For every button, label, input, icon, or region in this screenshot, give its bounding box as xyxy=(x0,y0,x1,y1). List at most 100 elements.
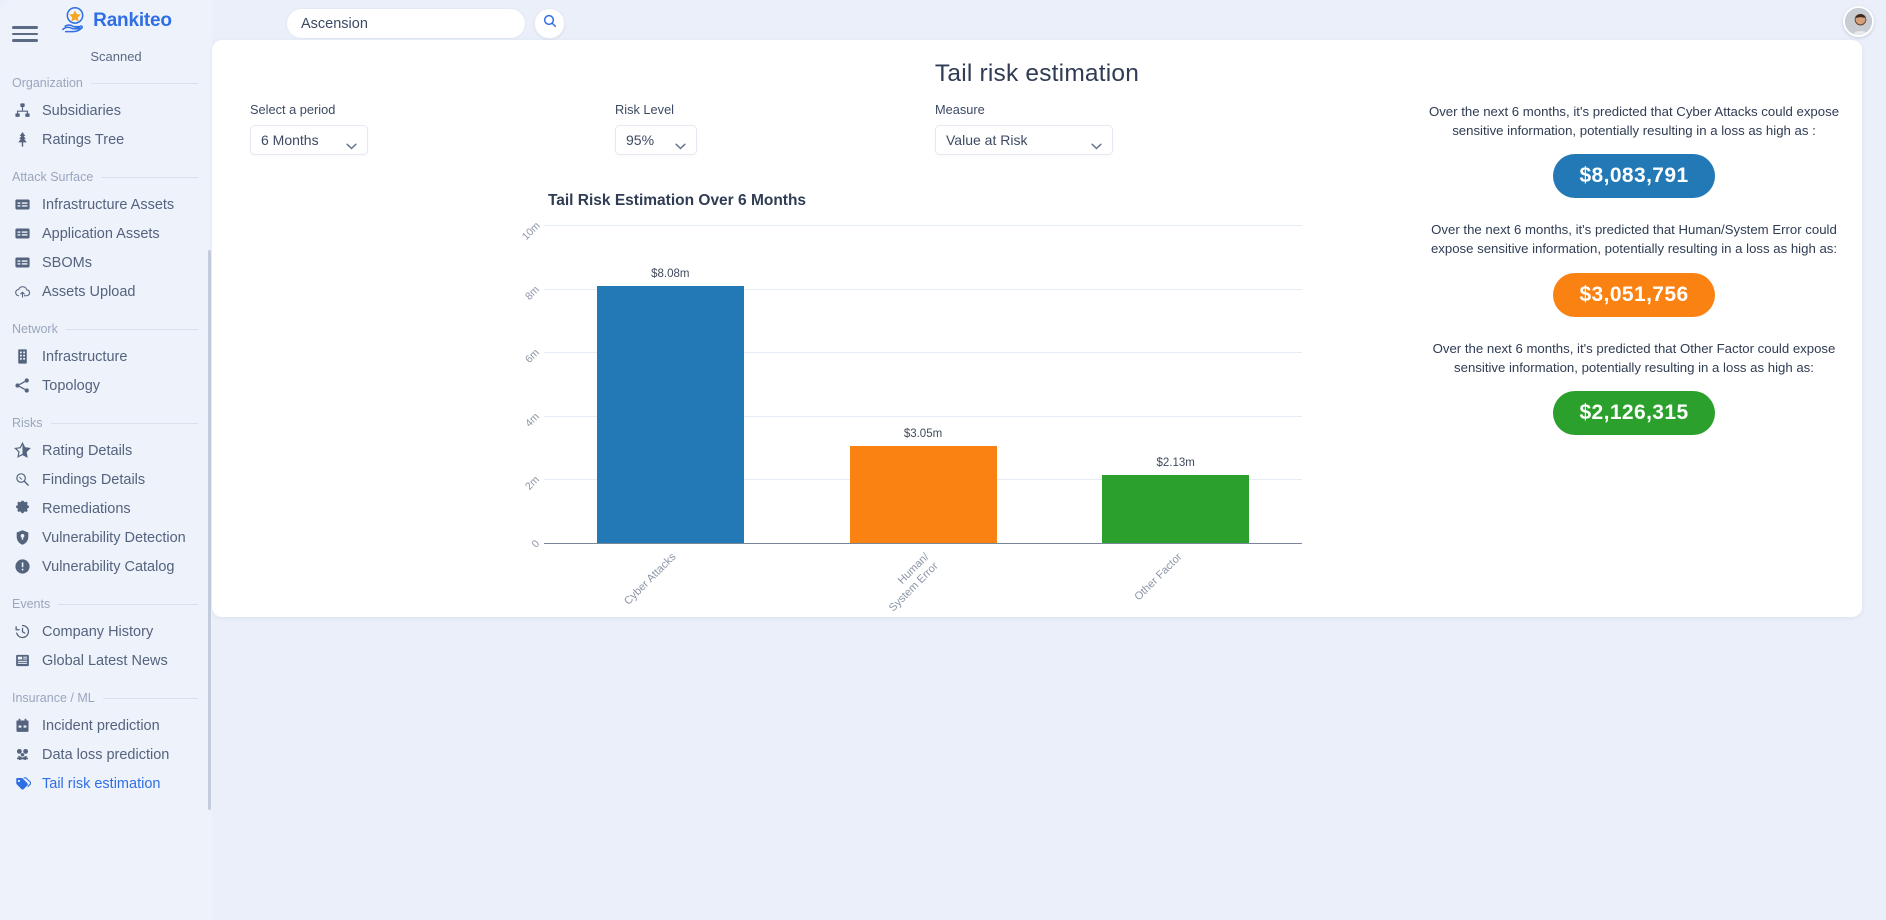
sidebar-item-application-assets[interactable]: Application Assets xyxy=(0,219,212,248)
sidebar-item-global-latest-news[interactable]: Global Latest News xyxy=(0,646,212,675)
chart-bar[interactable] xyxy=(597,286,744,543)
sidebar-item-label: SBOMs xyxy=(42,255,92,271)
sidebar-item-label: Company History xyxy=(42,624,153,640)
prediction-amount-badge[interactable]: $3,051,756 xyxy=(1553,273,1714,317)
filter-controls: Select a period 6 Months Risk Level 95% Meas… xyxy=(230,102,1130,162)
sidebar-item-label: Infrastructure xyxy=(42,349,127,365)
brand-name: Rankiteo xyxy=(93,10,172,32)
brand-logo[interactable]: Rankiteo Scanned xyxy=(46,6,186,64)
bar-value-label: $2.13m xyxy=(1116,457,1236,469)
chart-title: Tail Risk Estimation Over 6 Months xyxy=(212,192,1142,210)
sidebar-item-data-loss-prediction[interactable]: Data loss prediction xyxy=(0,740,212,769)
x-axis-tick-label: Human/ System Error xyxy=(831,551,941,661)
prediction-block: Over the next 6 months, it's predicted t… xyxy=(1424,102,1844,198)
y-axis-tick-label: 10m xyxy=(519,220,542,243)
building-icon xyxy=(14,348,31,365)
measure-select-label: Measure xyxy=(935,102,1113,117)
prediction-text: Over the next 6 months, it's predicted t… xyxy=(1424,102,1844,140)
sidebar-item-label: Application Assets xyxy=(42,226,160,242)
search-input[interactable] xyxy=(286,8,526,39)
sidebar-section-divider xyxy=(58,604,198,605)
measure-select-value: Value at Risk xyxy=(946,132,1027,148)
sidebar-item-rating-details[interactable]: Rating Details xyxy=(0,436,212,465)
y-axis-tick-label: 8m xyxy=(523,283,542,302)
y-axis-tick-label: 0 xyxy=(530,538,543,551)
period-select[interactable]: 6 Months xyxy=(250,125,368,155)
calendar-icon xyxy=(14,717,31,734)
prediction-amount-badge[interactable]: $8,083,791 xyxy=(1553,154,1714,198)
sidebar-scroll-area[interactable]: Rankiteo Scanned Organization Subsidiarie… xyxy=(0,0,212,920)
star-in-hand-icon xyxy=(60,6,90,36)
period-select-value: 6 Months xyxy=(261,132,319,148)
hamburger-menu-icon[interactable] xyxy=(12,22,38,46)
y-axis-tick-label: 2m xyxy=(523,474,542,493)
search-bar xyxy=(286,8,565,39)
sidebar-item-label: Tail risk estimation xyxy=(42,776,160,792)
search-button[interactable] xyxy=(534,8,565,39)
sidebar-section-title: Events xyxy=(12,597,50,611)
sidebar-section-header: Attack Surface xyxy=(0,170,212,184)
chart-bar[interactable] xyxy=(1102,475,1249,543)
period-select-label: Select a period xyxy=(250,102,368,117)
chevron-down-icon xyxy=(1091,137,1102,144)
risk-level-select-group: Risk Level 95% xyxy=(615,102,697,155)
sidebar-item-infrastructure[interactable]: Infrastructure xyxy=(0,342,212,371)
sidebar-item-label: Vulnerability Catalog xyxy=(42,559,174,575)
sidebar-item-findings-details[interactable]: Findings Details xyxy=(0,465,212,494)
sidebar-section-title: Organization xyxy=(12,76,83,90)
org-chart-icon xyxy=(14,102,31,119)
risk-level-select[interactable]: 95% xyxy=(615,125,697,155)
server-card-icon xyxy=(14,196,31,213)
sidebar-item-vulnerability-detection[interactable]: Vulnerability Detection xyxy=(0,523,212,552)
sidebar-section-header: Network xyxy=(0,322,212,336)
sidebar-section-divider xyxy=(66,329,198,330)
sidebar-item-sboms[interactable]: SBOMs xyxy=(0,248,212,277)
measure-select[interactable]: Value at Risk xyxy=(935,125,1113,155)
share-nodes-icon xyxy=(14,377,31,394)
sidebar-item-topology[interactable]: Topology xyxy=(0,371,212,400)
sidebar-item-tail-risk-estimation[interactable]: Tail risk estimation xyxy=(0,769,212,798)
sidebar-scrollbar[interactable] xyxy=(208,250,211,810)
list-card-icon xyxy=(14,254,31,271)
sidebar-item-remediations[interactable]: Remediations xyxy=(0,494,212,523)
sidebar-section-divider xyxy=(103,698,198,699)
prediction-amount-badge[interactable]: $2,126,315 xyxy=(1553,391,1714,435)
bar-value-label: $8.08m xyxy=(610,268,730,280)
risk-level-select-value: 95% xyxy=(626,132,654,148)
x-axis-tick-label: Other Factor xyxy=(1084,551,1185,652)
sidebar-section: Events Company History Global Latest News xyxy=(0,597,212,675)
sidebar-header: Rankiteo Scanned xyxy=(0,0,212,60)
page-title: Tail risk estimation xyxy=(212,40,1862,88)
sidebar-item-ratings-tree[interactable]: Ratings Tree xyxy=(0,125,212,154)
sidebar-section-header: Organization xyxy=(0,76,212,90)
sidebar-item-label: Infrastructure Assets xyxy=(42,197,174,213)
sidebar-section: RisksRating DetailsFindings DetailsRemed… xyxy=(0,416,212,581)
measure-select-group: Measure Value at Risk xyxy=(935,102,1113,155)
sidebar-item-label: Topology xyxy=(42,378,100,394)
sidebar-item-subsidiaries[interactable]: Subsidiaries xyxy=(0,96,212,125)
chart-bar[interactable] xyxy=(850,446,997,543)
sidebar: Rankiteo Scanned Organization Subsidiarie… xyxy=(0,0,212,920)
sidebar-section-title: Insurance / ML xyxy=(12,691,95,705)
sidebar-item-assets-upload[interactable]: Assets Upload xyxy=(0,277,212,306)
tail-risk-bar-chart: 02m4m6m8m10m$8.08mCyber Attacks$3.05mHum… xyxy=(512,225,1302,605)
risk-level-select-label: Risk Level xyxy=(615,102,697,117)
tree-icon xyxy=(14,131,31,148)
sidebar-item-vulnerability-catalog[interactable]: Vulnerability Catalog xyxy=(0,552,212,581)
prediction-text: Over the next 6 months, it's predicted t… xyxy=(1424,220,1844,258)
sidebar-item-company-history[interactable]: Company History xyxy=(0,617,212,646)
prediction-block: Over the next 6 months, it's predicted t… xyxy=(1424,220,1844,316)
shield-check-icon xyxy=(14,529,31,546)
sidebar-item-label: Remediations xyxy=(42,501,131,517)
sidebar-section-title: Network xyxy=(12,322,58,336)
gear-icon xyxy=(14,500,31,517)
sidebar-item-label: Rating Details xyxy=(42,443,132,459)
sidebar-item-label: Data loss prediction xyxy=(42,747,169,763)
sidebar-item-infrastructure-assets[interactable]: Infrastructure Assets xyxy=(0,190,212,219)
sidebar-section-divider xyxy=(101,177,198,178)
sidebar-section-title: Attack Surface xyxy=(12,170,93,184)
user-avatar[interactable] xyxy=(1843,6,1874,37)
period-select-group: Select a period 6 Months xyxy=(250,102,368,155)
sidebar-item-incident-prediction[interactable]: Incident prediction xyxy=(0,711,212,740)
sidebar-nav: Organization SubsidiariesRatings Tree Atta… xyxy=(0,76,212,798)
